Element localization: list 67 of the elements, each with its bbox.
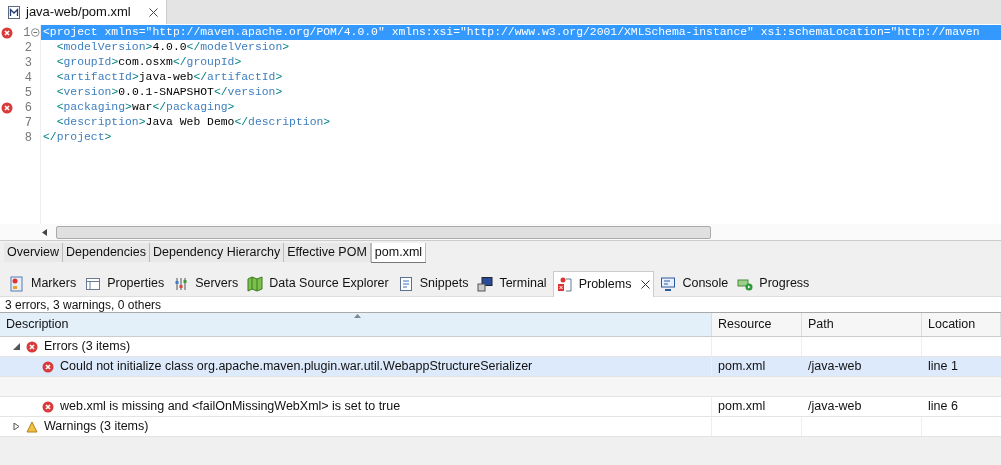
table-cell-text: pom.xml (717, 398, 767, 416)
view-tab[interactable]: Markers (6, 270, 80, 297)
line-number: 6 (23, 99, 32, 117)
view-tab[interactable]: Data Source Explorer (244, 270, 392, 297)
page-tab[interactable]: Overview (4, 243, 64, 262)
expanded-arrow-icon[interactable] (13, 343, 20, 350)
close-icon[interactable] (148, 7, 158, 17)
code-line: </project> (42, 130, 113, 145)
page-tab[interactable]: Dependencies (63, 243, 150, 262)
table-cell-text: /java-web (807, 398, 863, 416)
collapse-icon[interactable] (31, 28, 40, 37)
view-tab[interactable]: Snippets (394, 270, 472, 297)
maven-file-icon (8, 5, 20, 19)
code-line: <version>0.0.1-SNAPSHOT</version> (55, 85, 284, 100)
problem-description: Could not initialize class org.apache.maven.plugin.war.util.WebappStructureSerializer (60, 358, 533, 376)
group-label: Warnings (3 items) (44, 418, 149, 436)
warning-icon (26, 420, 38, 433)
page-tab[interactable]: Effective POM (284, 243, 371, 262)
line-number: 3 (23, 54, 32, 72)
line-number: 1 (22, 24, 31, 42)
sliders-icon (173, 275, 190, 292)
table-cell-text: line 1 (927, 358, 959, 376)
table-cell-text: pom.xml (717, 358, 767, 376)
line-number: 5 (23, 84, 32, 102)
code-line: <packaging>war</packaging> (55, 100, 236, 115)
view-tab[interactable]: Properties (82, 270, 168, 297)
column-header[interactable]: Resource (712, 313, 802, 336)
code-line: <description>Java Web Demo</description> (55, 115, 332, 130)
problems-icon (556, 276, 573, 292)
line-number: 7 (23, 114, 32, 132)
problem-row[interactable]: Could not initialize class org.apache.maven.plugin.war.util.WebappStructureSerializer pom.xml /java-web line 1 (0, 357, 1001, 377)
error-icon (42, 360, 54, 373)
group-label: Errors (3 items) (44, 338, 131, 356)
problems-summary: 3 errors, 3 warnings, 0 others (0, 297, 1001, 313)
code-line: <modelVersion>4.0.0</modelVersion> (55, 40, 291, 55)
problem-description: web.xml is missing and <failOnMissingWebXml> is set to true (60, 398, 401, 416)
view-tab[interactable]: Progress (734, 270, 813, 297)
view-tab[interactable]: Problems (552, 270, 655, 297)
scroll-left-icon[interactable] (42, 228, 47, 236)
column-header[interactable]: Location (922, 313, 1001, 336)
view-tab[interactable]: Terminal (474, 270, 550, 297)
horizontal-scrollbar-thumb[interactable] (56, 225, 711, 239)
table-icon (85, 275, 102, 292)
collapsed-arrow-icon[interactable] (13, 423, 20, 430)
line-number: 8 (23, 129, 32, 147)
terminal-icon (477, 275, 494, 292)
page-tab[interactable]: pom.xml (370, 243, 427, 262)
column-header[interactable]: Path (802, 313, 922, 336)
view-tab[interactable]: Servers (170, 270, 242, 297)
code-line: <groupId>com.osxm</groupId> (55, 55, 243, 70)
table-cell-text: /java-web (807, 358, 863, 376)
code-line: <artifactId>java-web</artifactId> (55, 70, 284, 85)
monitor-icon (660, 275, 677, 292)
column-header[interactable]: Description (0, 313, 712, 336)
document-icon (397, 275, 414, 292)
close-icon[interactable] (641, 279, 651, 289)
error-icon (26, 340, 38, 353)
editor-tab[interactable]: java-web/pom.xml (0, 0, 167, 24)
view-tab[interactable]: Console (657, 270, 732, 297)
table-cell-text: line 6 (927, 398, 959, 416)
map-icon (247, 275, 264, 292)
line-number: 2 (23, 39, 32, 57)
tab-title: java-web/pom.xml (26, 3, 131, 22)
page-tab[interactable]: Dependency Hierarchy (150, 243, 285, 262)
error-icon (42, 400, 54, 413)
markers-icon (9, 275, 25, 292)
line-number: 4 (23, 69, 32, 87)
